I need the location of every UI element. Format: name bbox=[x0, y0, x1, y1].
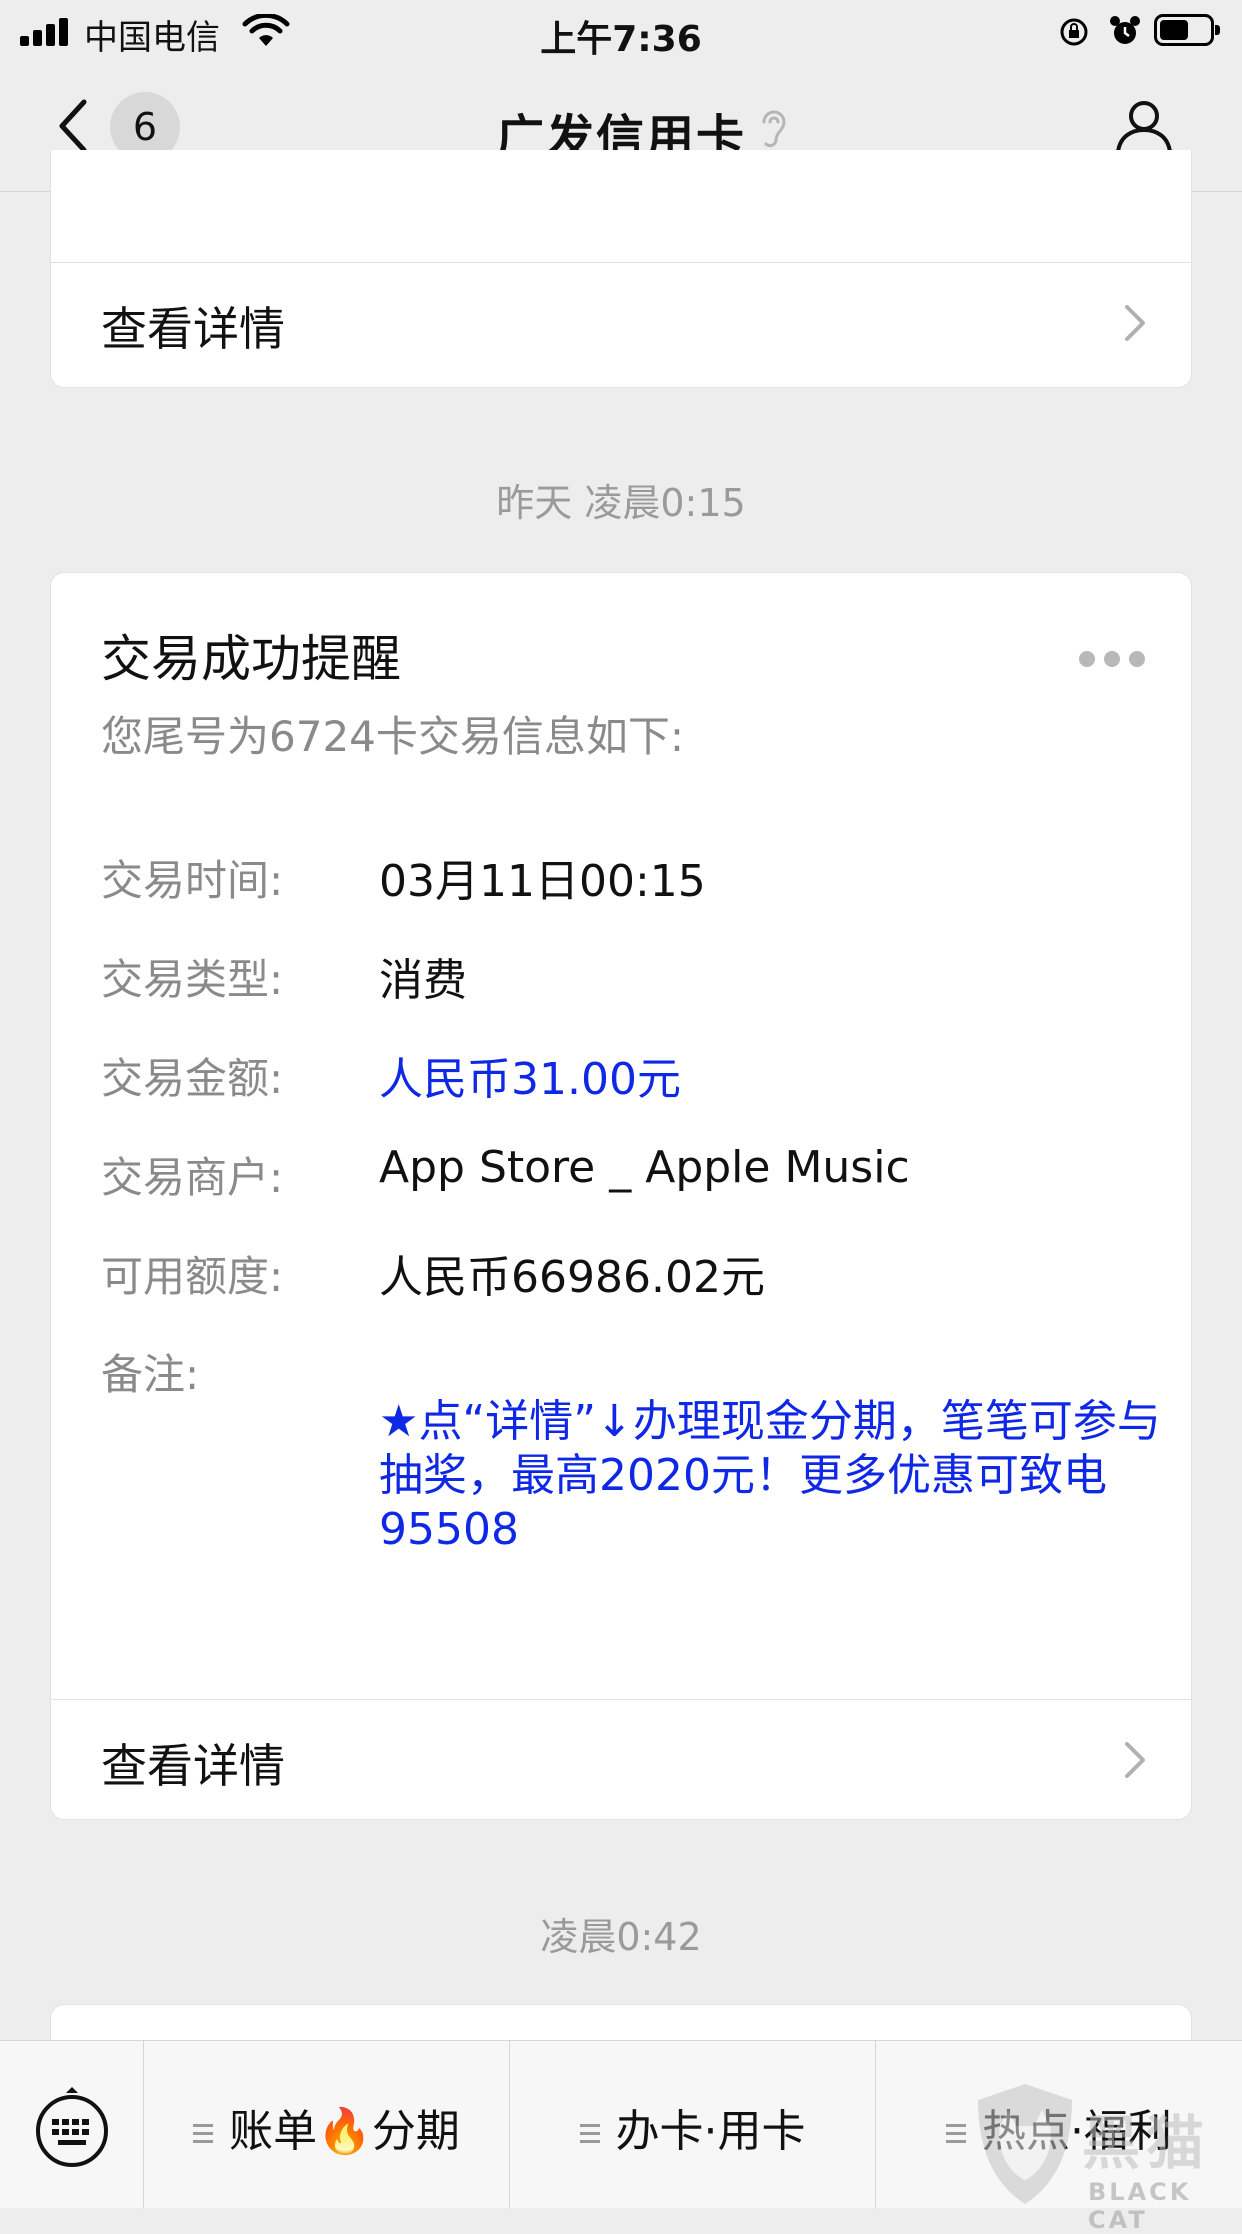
field-value-amount: 人民币31.00元 bbox=[379, 1054, 681, 1105]
message-title: 交易成功提醒 bbox=[101, 630, 401, 688]
menu-item-label: 办卡·用卡 bbox=[615, 2106, 806, 2157]
watermark-subtext: BLACK CAT bbox=[1088, 2178, 1192, 2234]
menu-item-bill-installment[interactable]: 账单🔥分期 bbox=[144, 2041, 510, 2209]
status-time: 上午7:36 bbox=[540, 19, 702, 60]
keyboard-toggle-button[interactable] bbox=[0, 2041, 144, 2209]
chevron-right-icon bbox=[1125, 305, 1145, 341]
message-subtitle: 您尾号为6724卡交易信息如下: bbox=[101, 712, 685, 761]
watermark: 黑猫 BLACK CAT bbox=[970, 2080, 1242, 2234]
field-label-available-credit: 可用额度: bbox=[101, 1252, 284, 1301]
alarm-icon bbox=[1110, 16, 1140, 44]
fire-icon: 🔥 bbox=[317, 2106, 372, 2157]
view-details-label: 查看详情 bbox=[101, 302, 285, 356]
ear-icon bbox=[762, 110, 786, 148]
field-value-available-credit: 人民币66986.02元 bbox=[379, 1252, 765, 1303]
more-options-icon[interactable] bbox=[1079, 651, 1145, 669]
keyboard-icon bbox=[36, 2087, 108, 2167]
field-value-type: 消费 bbox=[379, 955, 467, 1006]
view-details-row[interactable]: 查看详情 bbox=[51, 1700, 1191, 1820]
cat-shield-logo-icon bbox=[978, 2084, 1072, 2204]
previous-message-card: 查看详情 bbox=[50, 150, 1192, 388]
transaction-message-card: 交易成功提醒 您尾号为6724卡交易信息如下: 交易时间: 03月11日00:1… bbox=[50, 572, 1192, 1820]
status-bar: 中国电信 上午7:36 bbox=[0, 0, 1242, 62]
chevron-right-icon bbox=[1125, 1742, 1145, 1778]
field-value-time: 03月11日00:15 bbox=[379, 856, 706, 907]
menu-lines-icon bbox=[579, 2122, 600, 2146]
view-details-row[interactable]: 查看详情 bbox=[51, 263, 1191, 383]
field-value-merchant: App Store _ Apple Music bbox=[379, 1142, 910, 1193]
message-timestamp: 昨天 凌晨0:15 bbox=[496, 481, 746, 525]
menu-lines-icon bbox=[946, 2122, 966, 2146]
field-label-time: 交易时间: bbox=[101, 856, 284, 905]
battery-icon bbox=[1154, 14, 1220, 46]
menu-item-card-services[interactable]: 办卡·用卡 bbox=[510, 2041, 876, 2209]
menu-item-label: 账单 bbox=[229, 2106, 318, 2157]
field-label-amount: 交易金额: bbox=[101, 1054, 284, 1103]
field-label-note: 备注: bbox=[101, 1350, 200, 1399]
watermark-text: 黑猫 bbox=[1082, 2109, 1211, 2177]
orientation-lock-icon bbox=[1060, 18, 1088, 46]
note-text: ★点“详情”↓办理现金分期，笔笔可参与抽奖，最高2020元！更多优惠可致电955… bbox=[379, 1396, 1161, 1555]
view-details-label: 查看详情 bbox=[101, 1739, 285, 1793]
menu-item-label: 分期 bbox=[371, 2106, 460, 2157]
profile-icon[interactable] bbox=[1112, 94, 1176, 158]
message-timestamp: 凌晨0:42 bbox=[540, 1915, 702, 1959]
menu-lines-icon bbox=[193, 2122, 214, 2146]
field-label-merchant: 交易商户: bbox=[101, 1153, 284, 1202]
field-label-type: 交易类型: bbox=[101, 955, 284, 1004]
